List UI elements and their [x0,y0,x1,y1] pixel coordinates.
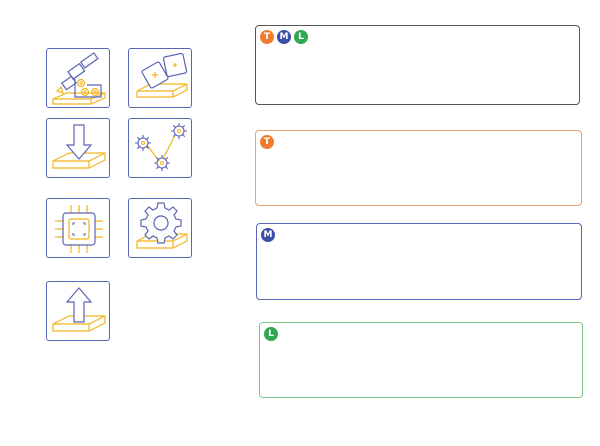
badge-m: M [261,228,275,242]
gear-flow-icon [135,123,187,171]
panel-m[interactable]: M [256,223,582,300]
tile-add-shapes[interactable] [128,48,192,108]
badge-t: T [260,135,274,149]
panel-l[interactable]: L [259,322,583,398]
tile-settings-gear[interactable] [128,198,192,258]
export-icon [52,287,106,332]
flowchart-tools-icon [52,52,106,105]
add-shapes-icon [136,52,188,98]
chip-icon [55,205,103,253]
badge-m: M [277,30,291,44]
tile-flowchart-tools[interactable] [46,48,110,108]
settings-gear-icon [136,202,188,249]
panel-t[interactable]: T [255,130,582,206]
badge-t: T [260,30,274,44]
panel-combined[interactable]: T M L [255,25,580,105]
badge-group-l: L [264,327,278,341]
badge-l: L [264,327,278,341]
tile-gear-flow[interactable] [128,118,192,178]
badge-group-t: T [260,135,274,149]
badge-group: T M L [260,30,308,44]
tile-import[interactable] [46,118,110,178]
import-icon [52,124,106,169]
tile-export[interactable] [46,281,110,341]
badge-l: L [294,30,308,44]
tile-chip[interactable] [46,198,110,258]
badge-group-m: M [261,228,275,242]
